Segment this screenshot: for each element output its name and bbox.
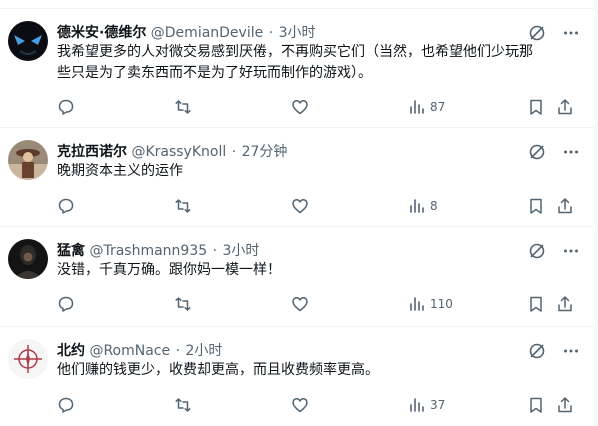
- heart-icon: [292, 297, 308, 312]
- reply-icon: [58, 99, 74, 115]
- repost-icon: [175, 297, 191, 311]
- avatar[interactable]: [8, 239, 48, 279]
- like-button[interactable]: [291, 294, 309, 314]
- user-handle[interactable]: @RomNace: [89, 343, 170, 359]
- bookmark-icon: [530, 397, 542, 413]
- grok-icon[interactable]: [528, 24, 546, 42]
- bookmark-button[interactable]: [527, 294, 545, 314]
- tweet-header: 北约 @RomNace · 2小时: [57, 341, 534, 361]
- tweet-actions: 8: [57, 196, 594, 216]
- bookmark-icon: [530, 99, 542, 115]
- more-options-icon[interactable]: [562, 242, 580, 260]
- repost-button[interactable]: [174, 395, 192, 415]
- share-icon: [558, 397, 572, 413]
- repost-icon: [175, 100, 191, 114]
- display-name[interactable]: 猛禽: [57, 243, 85, 259]
- like-button[interactable]: [291, 395, 309, 415]
- reply-icon: [58, 397, 74, 413]
- bookmark-button[interactable]: [527, 395, 545, 415]
- share-icon: [558, 198, 572, 214]
- view-count: 87: [430, 100, 446, 114]
- timestamp[interactable]: 27分钟: [242, 144, 288, 160]
- bookmark-button[interactable]: [527, 97, 545, 117]
- tweet-header: 克拉西诺尔 @KrassyKnoll · 27分钟: [57, 142, 534, 162]
- views-button[interactable]: 37: [408, 395, 445, 415]
- share-icon: [558, 99, 572, 115]
- like-button[interactable]: [291, 196, 309, 216]
- avatar[interactable]: [8, 21, 48, 61]
- user-handle[interactable]: @DemianDevile: [151, 25, 263, 41]
- tweet[interactable]: 猛禽 @Trashmann935 · 3小时 没错，千真万确。跟你妈一模一样！ …: [0, 227, 594, 327]
- grok-icon[interactable]: [528, 143, 546, 161]
- tweet-actions: 37: [57, 395, 594, 415]
- avatar[interactable]: [8, 339, 48, 379]
- repost-button[interactable]: [174, 294, 192, 314]
- views-button[interactable]: 87: [408, 97, 445, 117]
- timestamp[interactable]: 3小时: [279, 25, 316, 41]
- share-button[interactable]: [556, 395, 574, 415]
- tweet[interactable]: 克拉西诺尔 @KrassyKnoll · 27分钟 晚期资本主义的运作 8: [0, 128, 594, 227]
- separator-dot: ·: [175, 343, 181, 359]
- more-options-icon[interactable]: [562, 342, 580, 360]
- views-chart-icon: [410, 398, 424, 412]
- like-button[interactable]: [291, 97, 309, 117]
- tweet[interactable]: 德米安·德维尔 @DemianDevile · 3小时 我希望更多的人对微交易感…: [0, 9, 594, 128]
- previous-tweet-edge: [0, 0, 598, 9]
- view-count: 37: [430, 398, 446, 412]
- tweet-text: 他们赚的钱更少，收费却更高，而且收费频率更高。: [57, 362, 379, 378]
- display-name[interactable]: 克拉西诺尔: [57, 144, 127, 160]
- views-chart-icon: [410, 297, 424, 311]
- views-button[interactable]: 110: [408, 294, 453, 314]
- user-handle[interactable]: @KrassyKnoll: [131, 144, 226, 160]
- tweet-actions: 87: [57, 97, 594, 117]
- display-name[interactable]: 德米安·德维尔: [57, 25, 146, 41]
- heart-icon: [292, 199, 308, 214]
- repost-button[interactable]: [174, 196, 192, 216]
- reply-icon: [58, 296, 74, 312]
- tweet-text: 晚期资本主义的运作: [57, 163, 183, 179]
- bookmark-button[interactable]: [527, 196, 545, 216]
- share-button[interactable]: [556, 294, 574, 314]
- tweet[interactable]: 北约 @RomNace · 2小时 他们赚的钱更少，收费却更高，而且收费频率更高…: [0, 327, 594, 426]
- views-button[interactable]: 8: [408, 196, 438, 216]
- bookmark-icon: [530, 296, 542, 312]
- tweet-header: 猛禽 @Trashmann935 · 3小时: [57, 241, 534, 261]
- repost-icon: [175, 199, 191, 213]
- reply-button[interactable]: [57, 395, 75, 415]
- tweet-actions: 110: [57, 294, 594, 314]
- separator-dot: ·: [268, 25, 274, 41]
- grok-icon[interactable]: [528, 242, 546, 260]
- timestamp[interactable]: 3小时: [223, 243, 260, 259]
- share-button[interactable]: [556, 97, 574, 117]
- share-icon: [558, 296, 572, 312]
- views-chart-icon: [410, 100, 424, 114]
- display-name[interactable]: 北约: [57, 343, 85, 359]
- tweet-text: 没错，千真万确。跟你妈一模一样！: [57, 262, 281, 278]
- repost-icon: [175, 398, 191, 412]
- views-chart-icon: [410, 199, 424, 213]
- scrollbar[interactable]: [594, 0, 598, 426]
- tweet-text: 我希望更多的人对微交易感到厌倦，不再购买它们（当然，也希望他们少玩那 些只是为了…: [57, 44, 533, 81]
- timestamp[interactable]: 2小时: [185, 343, 222, 359]
- separator-dot: ·: [212, 243, 218, 259]
- reply-icon: [58, 198, 74, 214]
- avatar[interactable]: [8, 140, 48, 180]
- user-handle[interactable]: @Trashmann935: [89, 243, 207, 259]
- reply-button[interactable]: [57, 294, 75, 314]
- heart-icon: [292, 398, 308, 413]
- bookmark-icon: [530, 198, 542, 214]
- reply-button[interactable]: [57, 196, 75, 216]
- tweet-header: 德米安·德维尔 @DemianDevile · 3小时: [57, 23, 534, 43]
- reply-button[interactable]: [57, 97, 75, 117]
- separator-dot: ·: [231, 144, 237, 160]
- heart-icon: [292, 100, 308, 115]
- more-options-icon[interactable]: [562, 24, 580, 42]
- view-count: 8: [430, 199, 438, 213]
- share-button[interactable]: [556, 196, 574, 216]
- repost-button[interactable]: [174, 97, 192, 117]
- more-options-icon[interactable]: [562, 143, 580, 161]
- view-count: 110: [430, 297, 453, 311]
- grok-icon[interactable]: [528, 342, 546, 360]
- timeline: { "tweets": [ { "name": "德米安·德维尔", "hand…: [0, 0, 598, 426]
